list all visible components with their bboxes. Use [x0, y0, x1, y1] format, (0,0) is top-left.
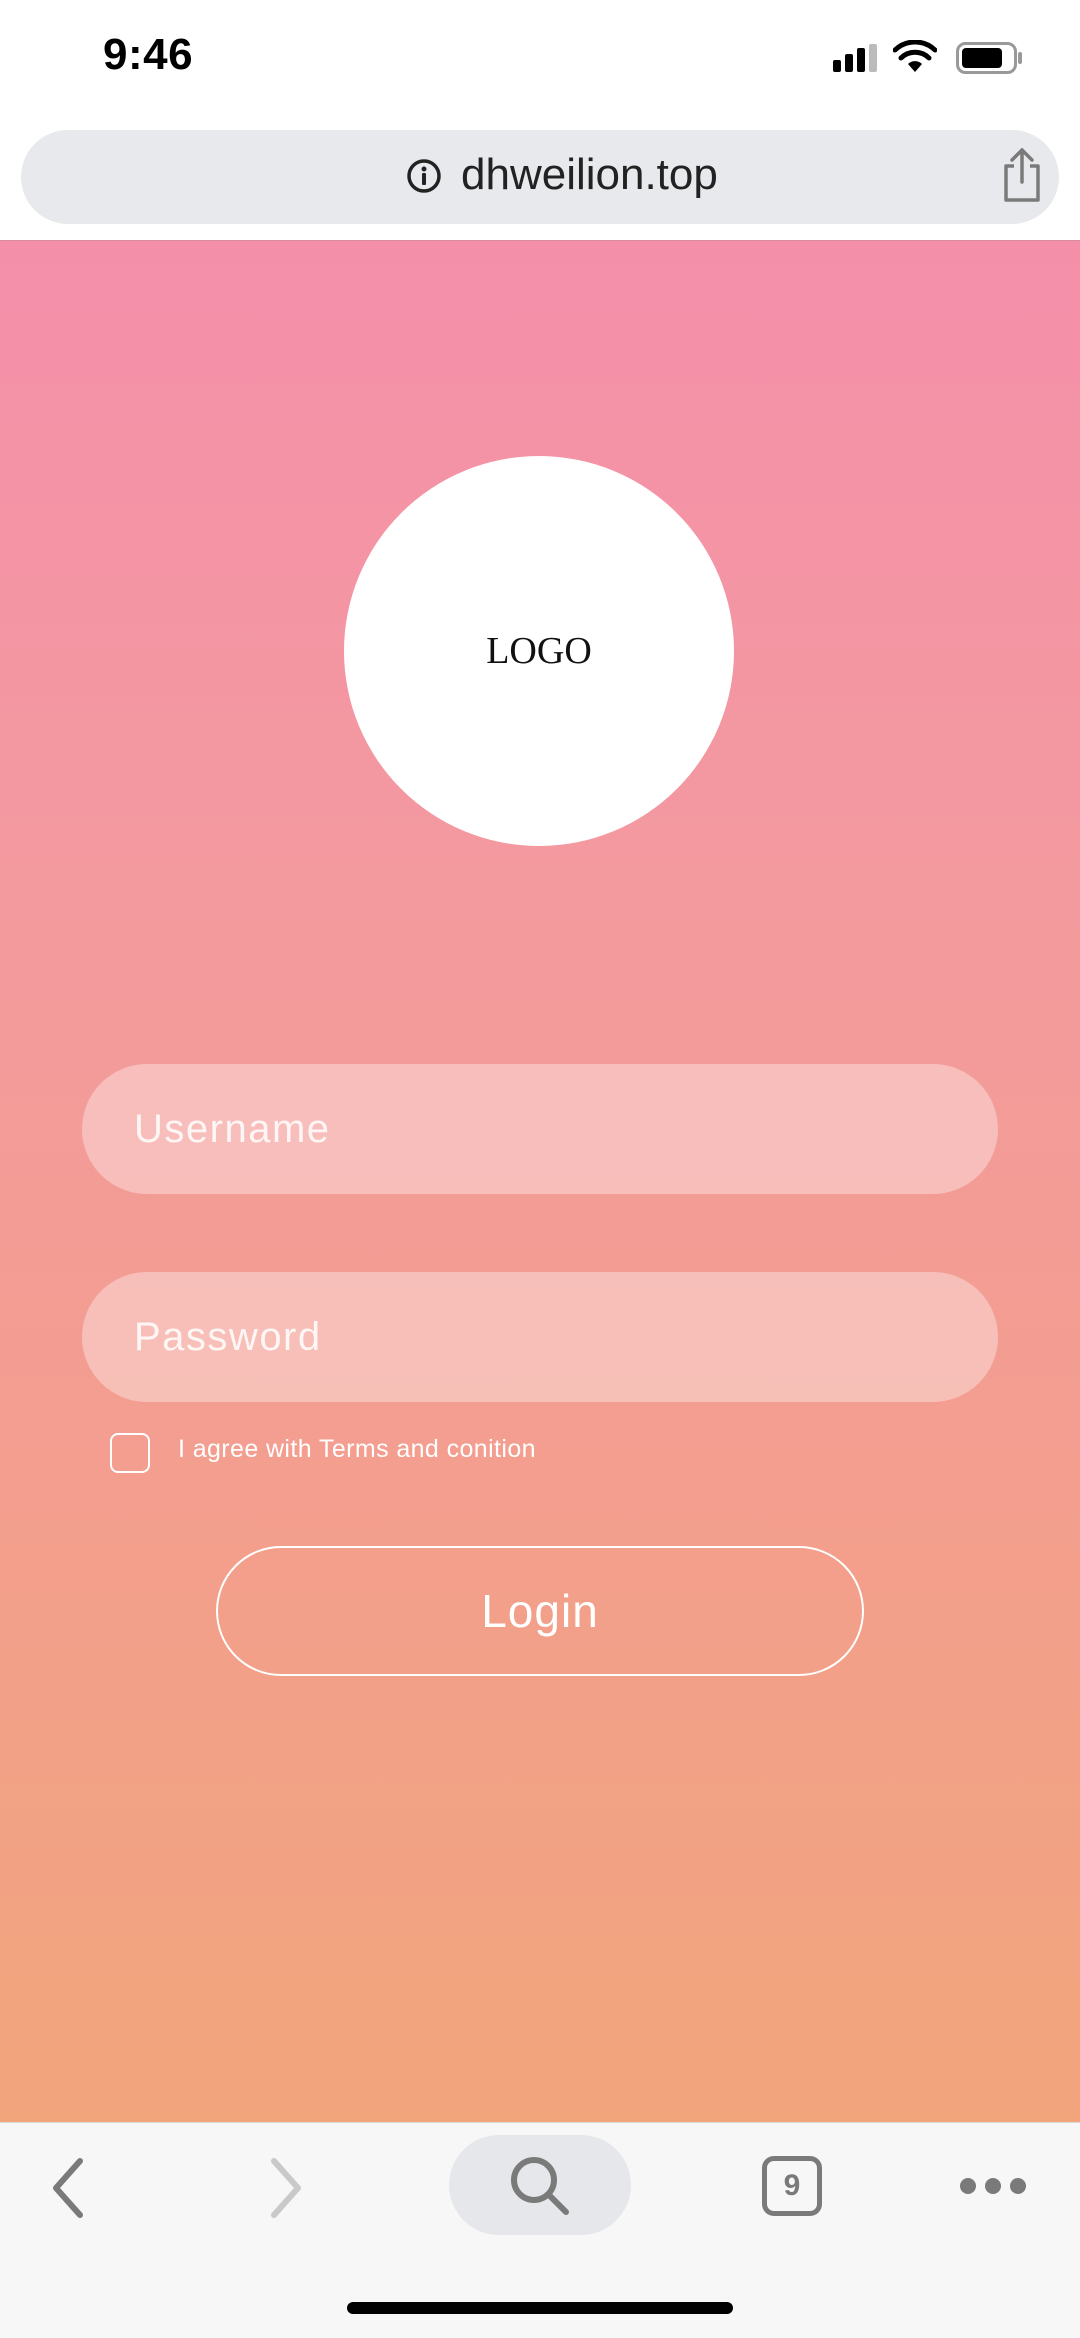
logo: LOGO [344, 456, 734, 846]
terms-label[interactable]: I agree with Terms and conition [178, 1435, 536, 1464]
wifi-icon [893, 40, 937, 72]
password-field-container [82, 1272, 998, 1402]
status-time: 9:46 [103, 30, 194, 79]
signal-icon [833, 44, 877, 72]
username-field-container [82, 1064, 998, 1194]
logo-text: LOGO [486, 630, 592, 672]
password-input[interactable] [82, 1272, 998, 1402]
address-bar[interactable]: dhweilion.top [21, 130, 1059, 224]
back-icon[interactable] [46, 2155, 90, 2221]
forward-icon[interactable] [264, 2155, 308, 2221]
login-page: LOGO I agree with Terms and conition Log… [0, 240, 1080, 2123]
battery-icon [956, 42, 1022, 74]
search-button[interactable] [449, 2135, 631, 2235]
terms-checkbox[interactable] [110, 1433, 150, 1473]
status-bar: 9:46 [0, 0, 1080, 120]
share-icon[interactable] [997, 146, 1047, 204]
more-icon[interactable] [958, 2176, 1028, 2196]
info-icon[interactable] [406, 158, 442, 194]
search-icon [511, 2157, 569, 2215]
home-indicator [347, 2302, 733, 2314]
login-button[interactable]: Login [216, 1546, 864, 1676]
tabs-button[interactable]: 9 [762, 2156, 822, 2216]
url-text[interactable]: dhweilion.top [461, 150, 718, 200]
username-input[interactable] [82, 1064, 998, 1194]
